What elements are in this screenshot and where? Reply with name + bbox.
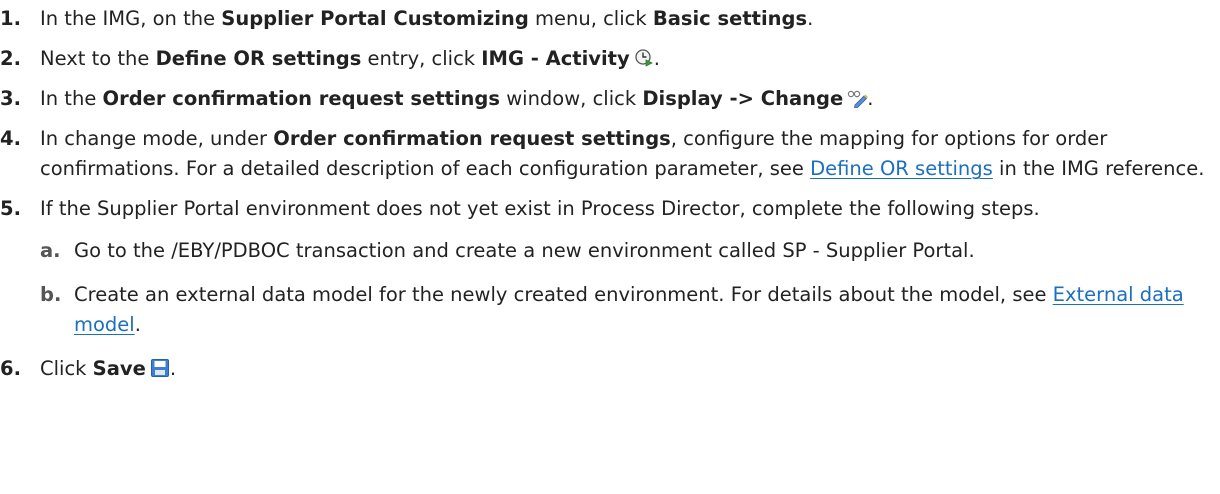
substep-b: b. Create an external data model for the… [40,280,1220,340]
floppy-disk-icon [150,358,170,378]
menu-name: Supplier Portal Customizing [221,7,529,30]
step-number: 1. [0,7,21,30]
clock-activity-icon [634,48,654,68]
step-number: 4. [0,127,21,150]
step-1: 1. In the IMG, on the Supplier Portal Cu… [0,4,1220,34]
substep-text: . [134,313,141,336]
step-text: . [653,47,660,70]
step-text: entry, click [361,47,482,70]
step-text: in the IMG reference. [992,157,1205,180]
step-3: 3. In the Order confirmation request set… [0,84,1220,114]
step-text: . [807,7,814,30]
glasses-pencil-icon [847,88,869,108]
document: 1. In the IMG, on the Supplier Portal Cu… [0,0,1220,494]
step-text: Click [40,357,93,380]
step-number: 3. [0,87,21,110]
step-2: 2. Next to the Define OR settings entry,… [0,44,1220,74]
substep-letter: b. [40,283,62,306]
step-text: menu, click [528,7,653,30]
substep-letter: a. [40,239,61,262]
step-text: In the [40,87,103,110]
step-text: window, click [500,87,643,110]
step-5: 5. If the Supplier Portal environment do… [0,194,1220,340]
step-number: 2. [0,47,21,70]
window-name: Order confirmation request settings [102,87,500,110]
define-or-settings-link[interactable]: Define OR settings [810,157,993,180]
step-4: 4. In change mode, under Order confirmat… [0,124,1220,184]
substeps: a. Go to the /EBY/PDBOC transaction and … [40,236,1220,340]
step-text: . [867,87,874,110]
button-name: Display -> Change [642,87,844,110]
step-text: If the Supplier Portal environment does … [40,197,1040,220]
step-number: 5. [0,197,21,220]
entry-name: Define OR settings [155,47,362,70]
button-name: IMG - Activity [481,47,630,70]
procedure-steps: 1. In the IMG, on the Supplier Portal Cu… [0,4,1220,384]
substep-text: Go to the /EBY/PDBOC transaction and cre… [74,239,975,262]
step-6: 6. Click Save . [0,354,1220,384]
step-text: In change mode, under [40,127,274,150]
step-number: 6. [0,357,21,380]
menu-item-name: Basic settings [652,7,808,30]
substep-a: a. Go to the /EBY/PDBOC transaction and … [40,236,1220,266]
button-name: Save [92,357,146,380]
section-name: Order confirmation request settings [273,127,671,150]
step-text: Next to the [40,47,156,70]
step-text: . [169,357,177,380]
step-text: In the IMG, on the [40,7,222,30]
substep-text: Create an external data model for the ne… [74,283,1053,306]
